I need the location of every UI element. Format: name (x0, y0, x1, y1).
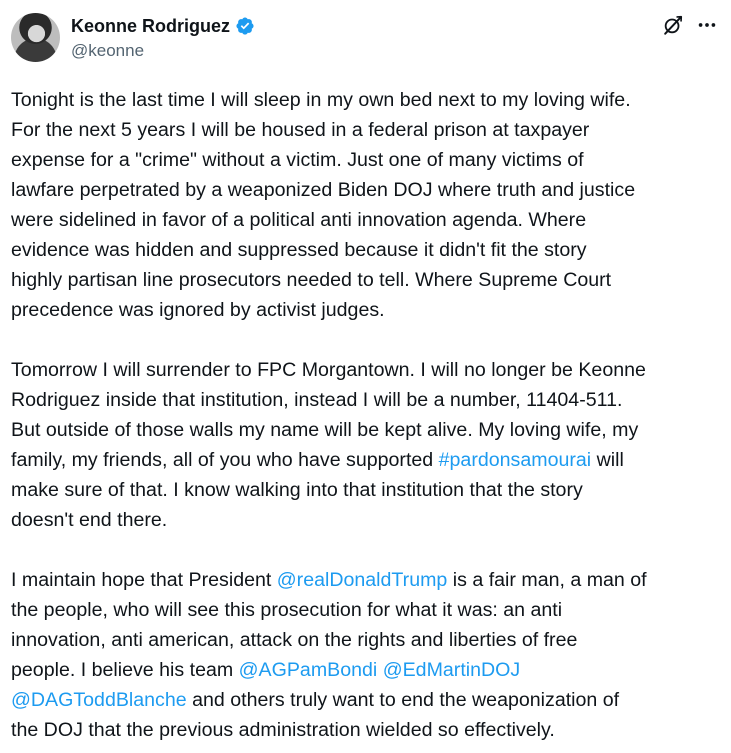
tweet-line: the people, who will see this prosecutio… (11, 595, 723, 625)
text-segment: precedence was ignored by activist judge… (11, 299, 385, 321)
text-segment: lawfare perpetrated by a weaponized Bide… (11, 179, 636, 201)
tweet-line: doesn't end there. (11, 505, 723, 535)
grok-button[interactable] (660, 14, 686, 40)
text-segment: expense for a "crime" without a victim. … (11, 149, 584, 171)
text-segment: doesn't end there. (11, 509, 168, 531)
mention-link[interactable]: @EdMartinDOJ (383, 659, 520, 681)
grok-icon (662, 14, 684, 41)
tweet-line: people. I believe his team @AGPamBondi @… (11, 655, 723, 685)
tweet-line: evidence was hidden and suppressed becau… (11, 235, 723, 265)
tweet-paragraph: I maintain hope that President @realDona… (11, 565, 723, 745)
tweet-line: Rodriguez inside that institution, inste… (11, 385, 723, 415)
mention-link[interactable]: @DAGToddBlanche (11, 689, 187, 711)
text-segment: Rodriguez inside that institution, inste… (11, 389, 623, 411)
mention-link[interactable]: @AGPamBondi (239, 659, 378, 681)
tweet-line: lawfare perpetrated by a weaponized Bide… (11, 175, 723, 205)
tweet: Keonne Rodriguez @keonne Tonight is the … (0, 0, 731, 753)
text-segment: the DOJ that the previous administration… (11, 719, 555, 741)
author-display-name[interactable]: Keonne Rodriguez (71, 14, 230, 38)
text-segment: make sure of that. I know walking into t… (11, 479, 583, 501)
mention-link[interactable]: @realDonaldTrump (277, 569, 448, 591)
text-segment: I maintain hope that President (11, 569, 277, 591)
tweet-line: But outside of those walls my name will … (11, 415, 723, 445)
text-segment: Tomorrow I will surrender to FPC Morgant… (11, 359, 646, 381)
text-segment: were sidelined in favor of a political a… (11, 209, 587, 231)
tweet-line: family, my friends, all of you who have … (11, 445, 723, 475)
text-segment: and others truly want to end the weaponi… (186, 689, 620, 711)
tweet-line: Tomorrow I will surrender to FPC Morgant… (11, 355, 723, 385)
tweet-line: the DOJ that the previous administration… (11, 715, 723, 745)
text-segment: But outside of those walls my name will … (11, 419, 639, 441)
tweet-paragraph: Tonight is the last time I will sleep in… (11, 85, 723, 325)
text-segment: Tonight is the last time I will sleep in… (11, 89, 631, 111)
more-horizontal-icon (696, 14, 718, 41)
tweet-line: expense for a "crime" without a victim. … (11, 145, 723, 175)
text-segment: people. I believe his team (11, 659, 239, 681)
tweet-line: Tonight is the last time I will sleep in… (11, 85, 723, 115)
avatar[interactable] (11, 13, 60, 62)
hashtag-link[interactable]: #pardonsamourai (439, 449, 592, 471)
tweet-paragraph: Tomorrow I will surrender to FPC Morgant… (11, 355, 723, 535)
tweet-line: highly partisan line prosecutors needed … (11, 265, 723, 295)
tweet-line: @DAGToddBlanche and others truly want to… (11, 685, 723, 715)
tweet-line: were sidelined in favor of a political a… (11, 205, 723, 235)
tweet-line: make sure of that. I know walking into t… (11, 475, 723, 505)
text-segment: highly partisan line prosecutors needed … (11, 269, 612, 291)
more-options-button[interactable] (694, 14, 720, 40)
text-segment: evidence was hidden and suppressed becau… (11, 239, 587, 261)
tweet-text: Tonight is the last time I will sleep in… (11, 85, 723, 745)
author-name-row: Keonne Rodriguez (71, 14, 255, 38)
author-handle[interactable]: @keonne (71, 40, 144, 62)
verified-badge-icon (235, 16, 255, 36)
text-segment: For the next 5 years I will be housed in… (11, 119, 590, 141)
text-segment: is a fair man, a man of (447, 569, 647, 591)
text-segment: the people, who will see this prosecutio… (11, 599, 563, 621)
tweet-line: precedence was ignored by activist judge… (11, 295, 723, 325)
text-segment: will (591, 449, 624, 471)
tweet-line: I maintain hope that President @realDona… (11, 565, 723, 595)
text-segment: family, my friends, all of you who have … (11, 449, 439, 471)
tweet-line: For the next 5 years I will be housed in… (11, 115, 723, 145)
tweet-line: innovation, anti american, attack on the… (11, 625, 723, 655)
text-segment: innovation, anti american, attack on the… (11, 629, 578, 651)
